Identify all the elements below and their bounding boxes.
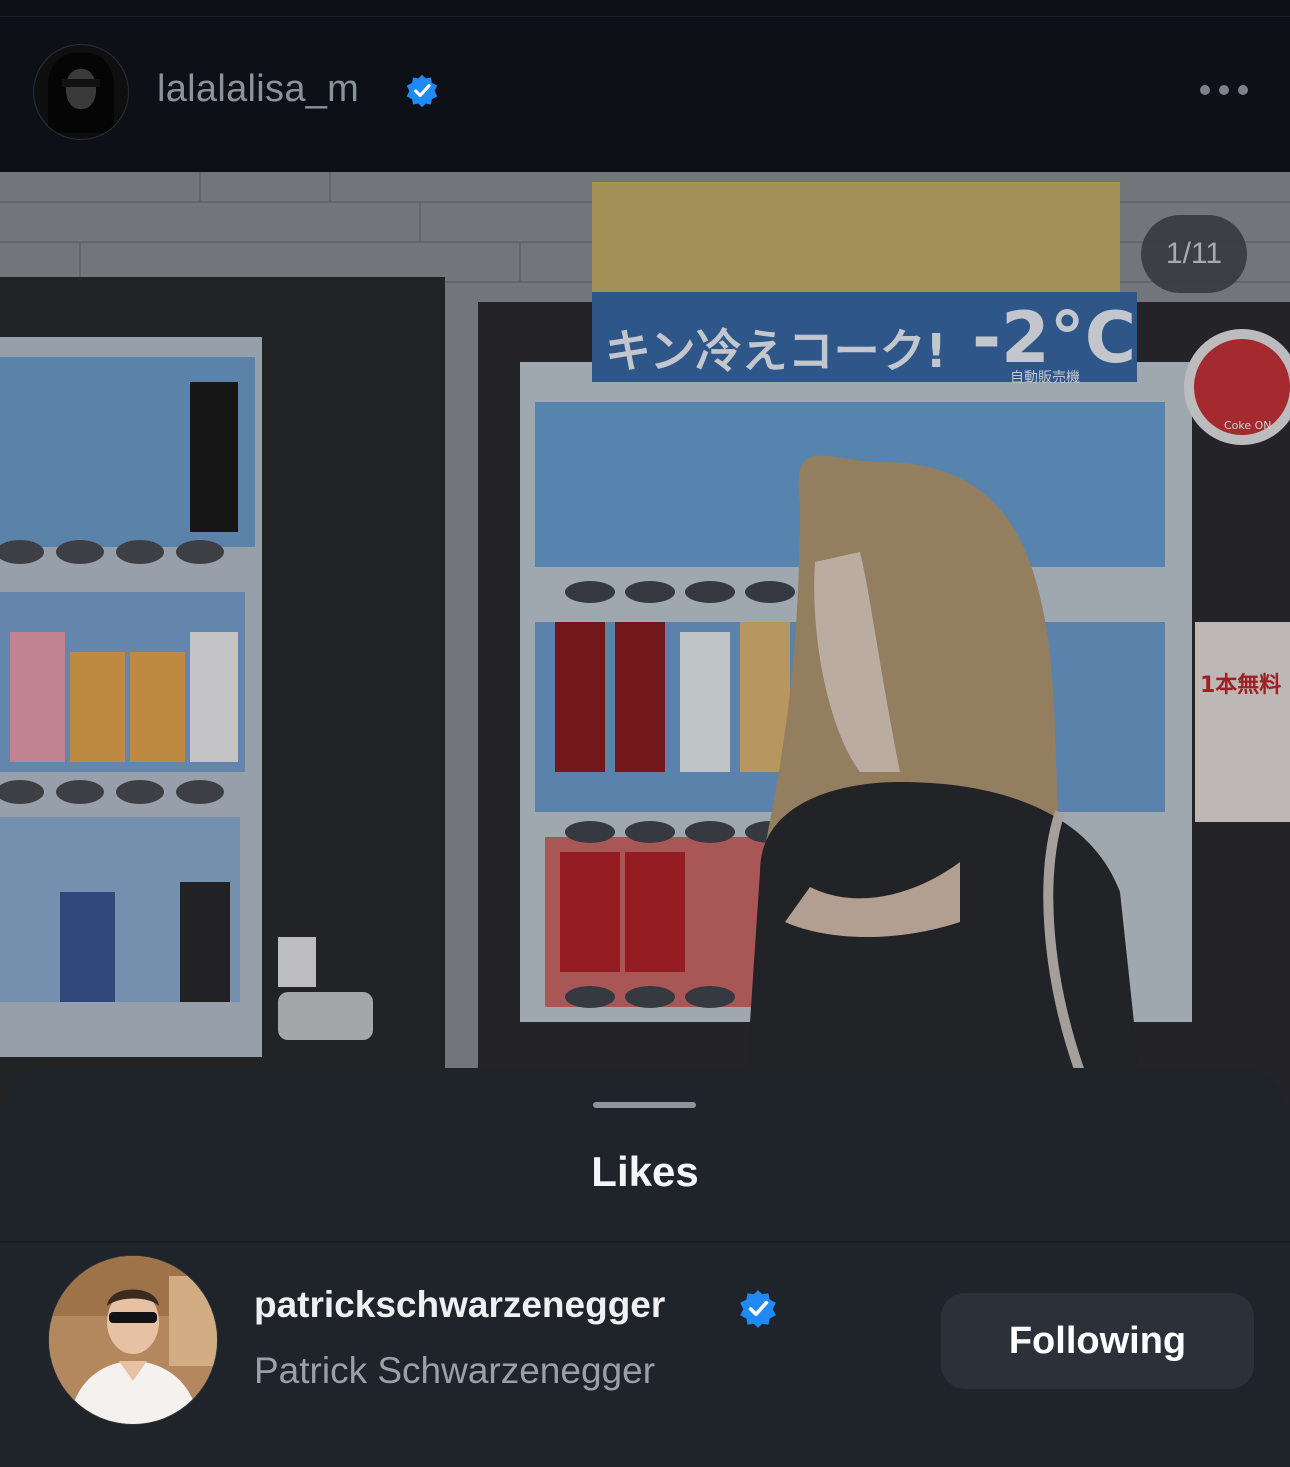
following-button[interactable]: Following: [941, 1293, 1254, 1389]
verified-badge-icon: [740, 1290, 776, 1328]
like-list-item[interactable]: patrickschwarzenegger Patrick Schwarzene…: [0, 1068, 1290, 1425]
more-options-button[interactable]: [1196, 76, 1252, 106]
liker-username[interactable]: patrickschwarzenegger: [254, 1284, 665, 1326]
likes-sheet: Likes patrickschwarzenegger Patrick Schw…: [0, 1068, 1290, 1467]
post-header: lalalalisa_m: [0, 0, 1290, 172]
media-counter: 1/11: [1141, 215, 1247, 293]
liker-avatar-photo: [49, 1256, 217, 1424]
author-avatar[interactable]: [33, 44, 129, 140]
header-divider: [0, 16, 1290, 17]
post-photo[interactable]: キン冷えコーク! -2°C 自動販売機 Coke ON 1本無料: [0, 172, 1290, 1172]
more-horizontal-icon: [1200, 85, 1210, 95]
author-username[interactable]: lalalalisa_m: [157, 68, 359, 111]
verified-badge-icon: [406, 74, 438, 108]
liker-full-name: Patrick Schwarzenegger: [254, 1350, 656, 1391]
liker-avatar[interactable]: [48, 1255, 218, 1425]
vending-machine-photo: キン冷えコーク! -2°C 自動販売機 Coke ON 1本無料: [0, 172, 1290, 1172]
